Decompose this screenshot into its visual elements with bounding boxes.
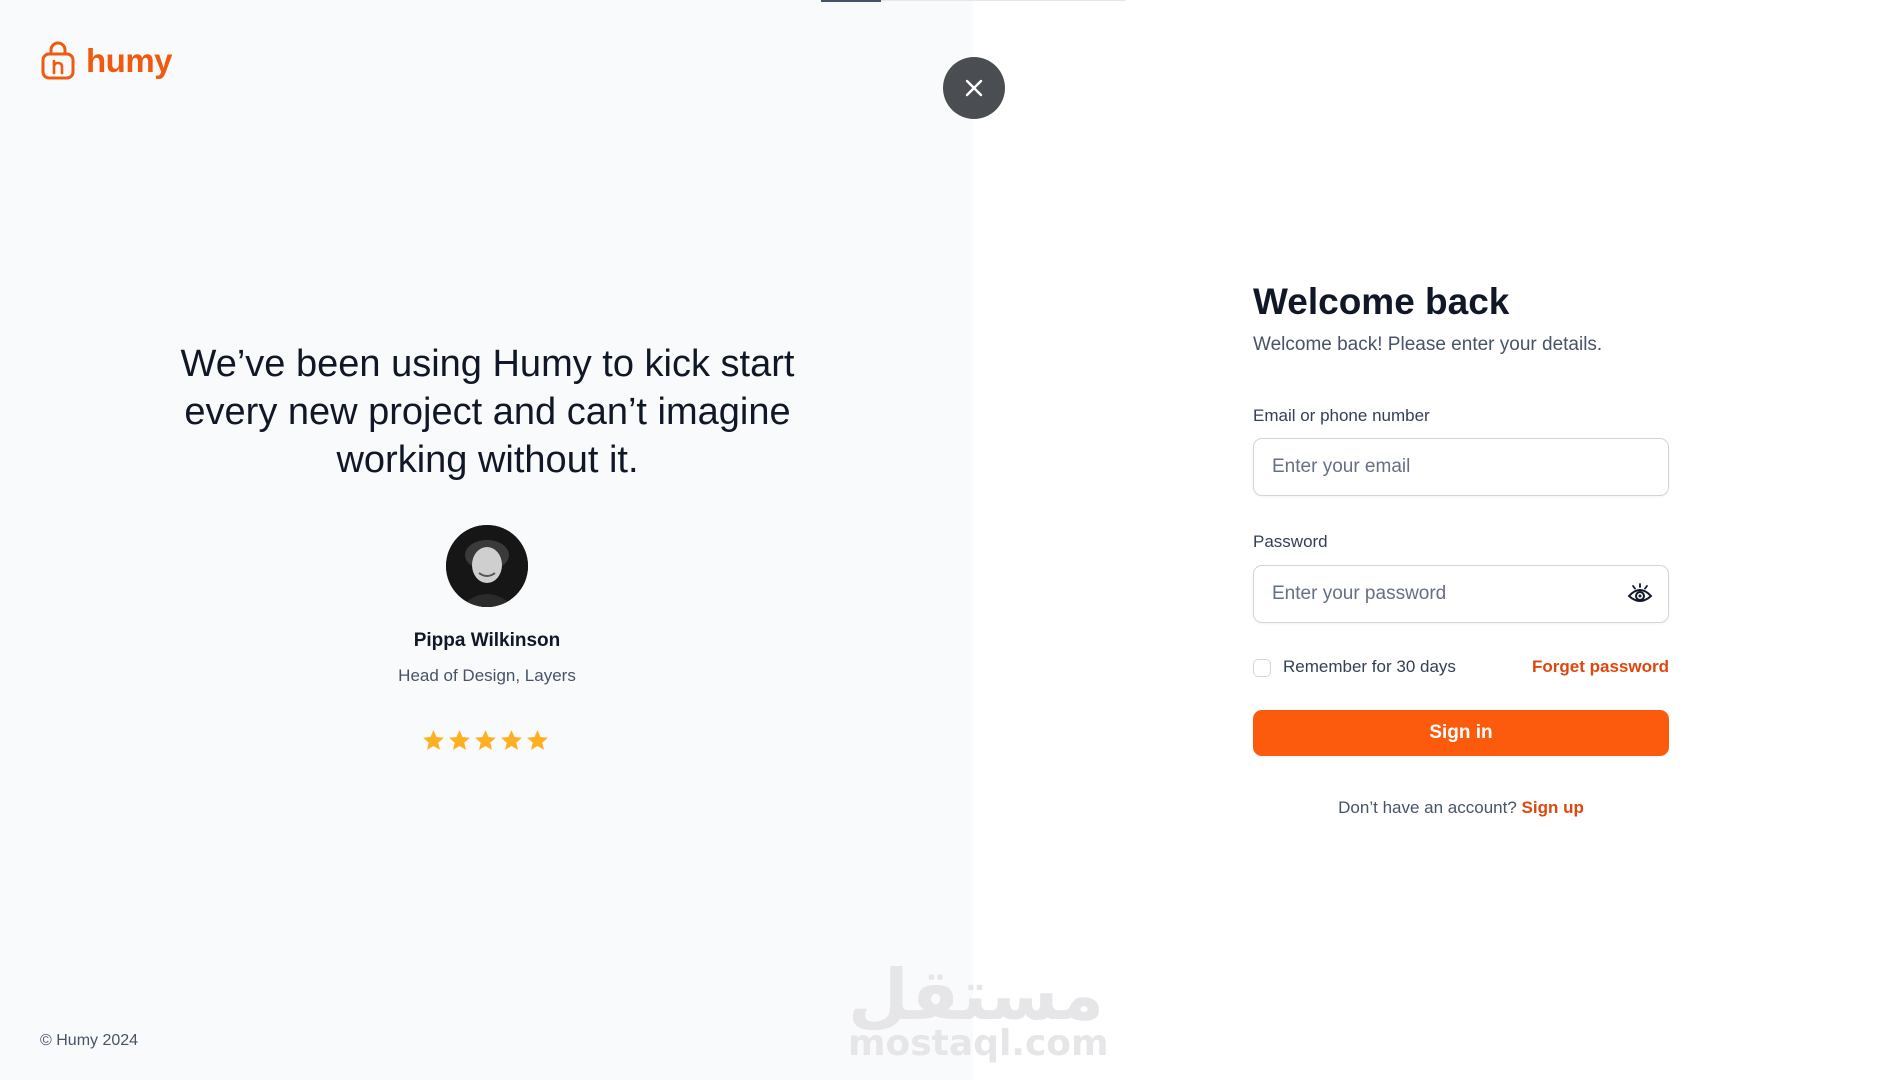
page-subtitle: Welcome back! Please enter your details. (1253, 334, 1603, 355)
testimonial-quote: We’ve been using Humy to kick start ever… (180, 343, 795, 481)
login-form: Welcome back Welcome back! Please enter … (1253, 278, 1669, 817)
remember-checkbox[interactable] (1253, 659, 1271, 677)
watermark: مستقل mostaql.com (848, 954, 1109, 1064)
email-label: Email or phone number (1253, 406, 1430, 425)
eye-icon[interactable] (1627, 582, 1653, 606)
star-rating (421, 728, 550, 753)
testimonial-author-name: Pippa Wilkinson (413, 630, 561, 651)
top-tab-indicator (821, 0, 881, 2)
page-title: Welcome back (1253, 281, 1510, 322)
remember-label[interactable]: Remember for 30 days (1283, 657, 1456, 677)
email-field[interactable] (1253, 438, 1669, 496)
sign-up-link[interactable]: Sign up (1522, 798, 1584, 817)
testimonial-author-role: Head of Design, Layers (398, 666, 576, 685)
watermark-latin: mostaql.com (848, 1023, 1109, 1064)
signup-prompt: Don’t have an account? (1338, 798, 1517, 817)
avatar (446, 525, 528, 607)
remember-row: Remember for 30 days Forget password (1253, 656, 1669, 680)
star-icon (475, 730, 496, 750)
star-icon (527, 730, 548, 750)
password-label: Password (1253, 532, 1328, 551)
star-icon (449, 730, 470, 750)
close-icon (965, 79, 983, 97)
shopping-bag-icon (41, 41, 75, 80)
star-icon (501, 730, 522, 750)
close-button[interactable] (943, 57, 1005, 119)
sign-in-button[interactable]: Sign in (1253, 710, 1669, 756)
brand-name: humy (86, 41, 173, 79)
avatar-image (446, 525, 528, 607)
star-icon (423, 730, 444, 750)
copyright-text: © Humy 2024 (40, 1032, 139, 1049)
watermark-arabic: مستقل (848, 954, 1105, 1036)
forgot-password-link[interactable]: Forget password (1532, 657, 1669, 677)
password-field[interactable] (1253, 565, 1669, 623)
logo[interactable]: humy (40, 40, 173, 80)
signup-row: Don’t have an account? Sign up (1253, 798, 1669, 818)
